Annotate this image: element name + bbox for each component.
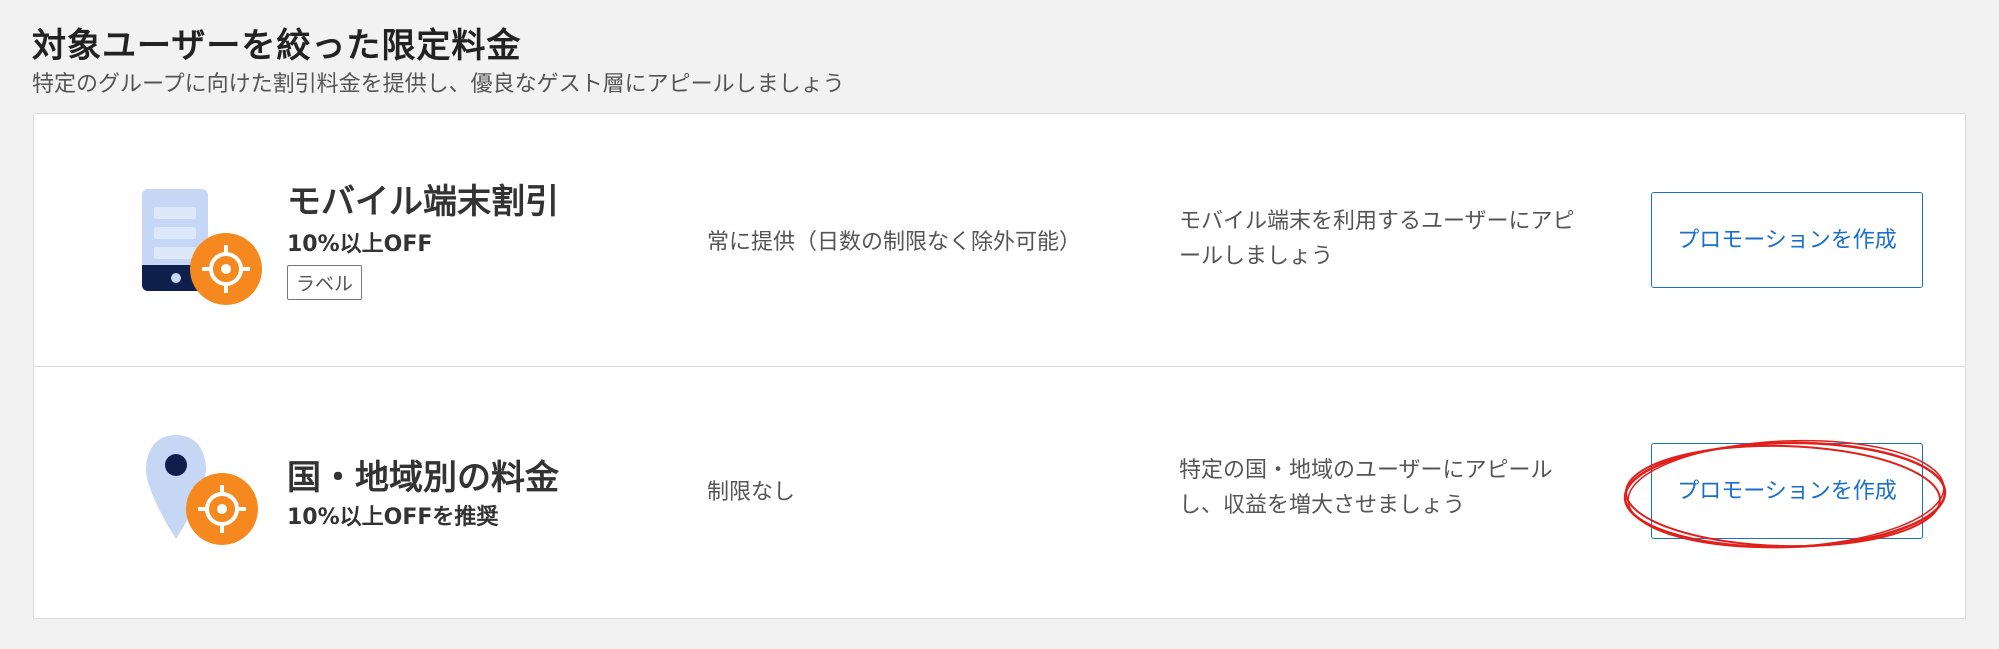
create-promotion-button-mobile[interactable]: プロモーションを作成 [1651,192,1923,288]
create-promotion-button-country[interactable]: プロモーションを作成 [1651,443,1923,539]
row-title: モバイル端末割引 [287,182,559,222]
mobile-target-icon [104,189,264,323]
row-title: 国・地域別の料金 [287,458,559,498]
row-discount: 10%以上OFF [287,232,433,257]
page-subtitle: 特定のグループに向けた割引料金を提供し、優良なゲスト層にアピールしましょう [32,72,845,97]
page-title: 対象ユーザーを絞った限定料金 [32,26,522,66]
row-description: 特定の国・地域のユーザーにアピールし、収益を増大させましょう [1179,458,1553,518]
row-discount: 10%以上OFFを推奨 [287,505,499,530]
promotion-row-country: 国・地域別の料金 10%以上OFFを推奨 制限なし 特定の国・地域のユーザーにア… [34,367,1965,619]
row-description: モバイル端末を利用するユーザーにアピールしましょう [1179,209,1575,269]
promotion-card: モバイル端末割引 10%以上OFF ラベル 常に提供（日数の制限なく除外可能） … [33,113,1966,619]
label-tag: ラベル [287,265,363,300]
row-period: 常に提供（日数の制限なく除外可能） [707,230,1082,255]
promotion-row-mobile: モバイル端末割引 10%以上OFF ラベル 常に提供（日数の制限なく除外可能） … [34,114,1965,366]
location-target-icon [104,435,264,569]
row-period: 制限なし [707,480,796,505]
